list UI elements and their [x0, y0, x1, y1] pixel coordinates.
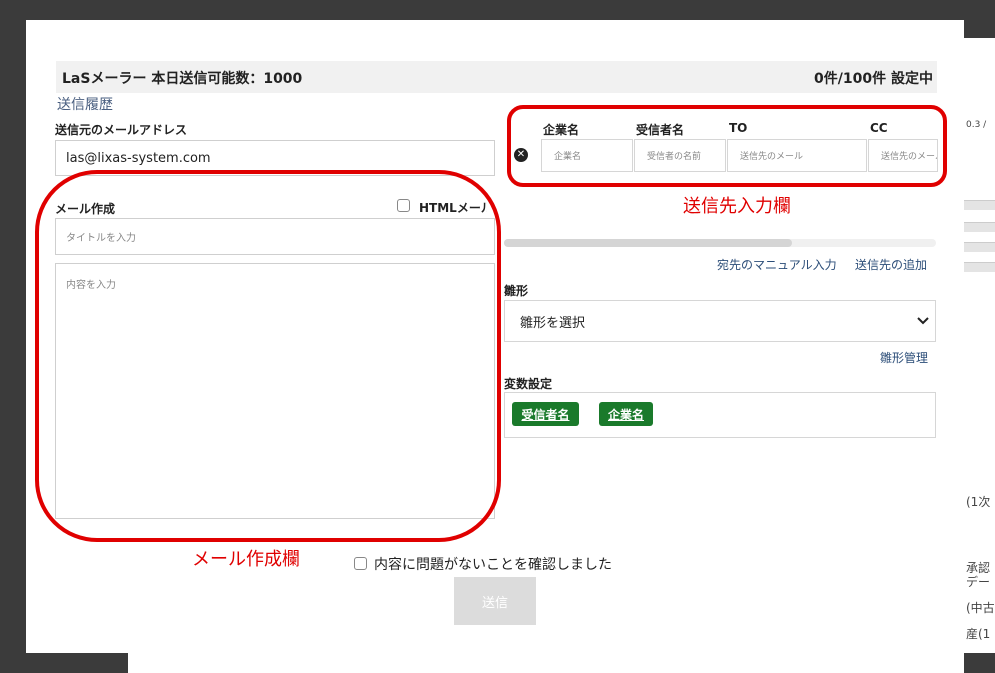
- send-status: 0件/100件 設定中: [814, 71, 933, 87]
- bg-line: [964, 200, 995, 210]
- compose-annotation-box: [35, 170, 501, 542]
- compose-annotation-caption: メール作成欄: [192, 549, 300, 570]
- confirm-label: 内容に問題がないことを確認しました: [374, 557, 612, 573]
- bg-line: [964, 222, 995, 232]
- background-page-bottom: [128, 653, 964, 673]
- page-title: LaSメーラー 本日送信可能数：1000: [62, 71, 303, 87]
- bg-snippet: (中古: [966, 601, 995, 615]
- bg-line: [964, 242, 995, 252]
- recipient-annotation-box: [507, 105, 947, 187]
- send-button[interactable]: 送信: [454, 577, 536, 625]
- recipient-scroll-thumb[interactable]: [504, 239, 792, 247]
- manual-input-link[interactable]: 宛先のマニュアル入力: [717, 256, 837, 273]
- sender-email-value: las@lixas-system.com: [66, 150, 211, 166]
- confirm-checkbox[interactable]: [354, 557, 367, 570]
- bg-snippet: 産(1: [966, 627, 991, 641]
- bg-snippet: デー: [966, 575, 991, 589]
- template-manage-link[interactable]: 雛形管理: [880, 349, 928, 366]
- history-link[interactable]: 送信履歴: [57, 94, 113, 114]
- bg-snippet: (1次: [966, 495, 991, 509]
- bg-line: [964, 262, 995, 272]
- template-select[interactable]: 雛形を選択: [504, 300, 936, 342]
- background-page-right: 0.3 / (1次 承認 デー (中古 産(1: [964, 38, 995, 653]
- template-label: 雛形: [504, 284, 529, 298]
- bg-snippet: 0.3 /: [966, 120, 987, 130]
- chevron-down-icon: [917, 314, 929, 328]
- variable-tag-recipient[interactable]: 受信者名: [512, 402, 579, 426]
- variables-label: 変数設定: [504, 377, 553, 391]
- recipient-annotation-caption: 送信先入力欄: [683, 196, 791, 217]
- variable-tag-company[interactable]: 企業名: [599, 402, 653, 426]
- add-recipient-link[interactable]: 送信先の追加: [855, 256, 927, 273]
- template-select-value: 雛形を選択: [520, 315, 586, 331]
- sender-label: 送信元のメールアドレス: [55, 123, 188, 137]
